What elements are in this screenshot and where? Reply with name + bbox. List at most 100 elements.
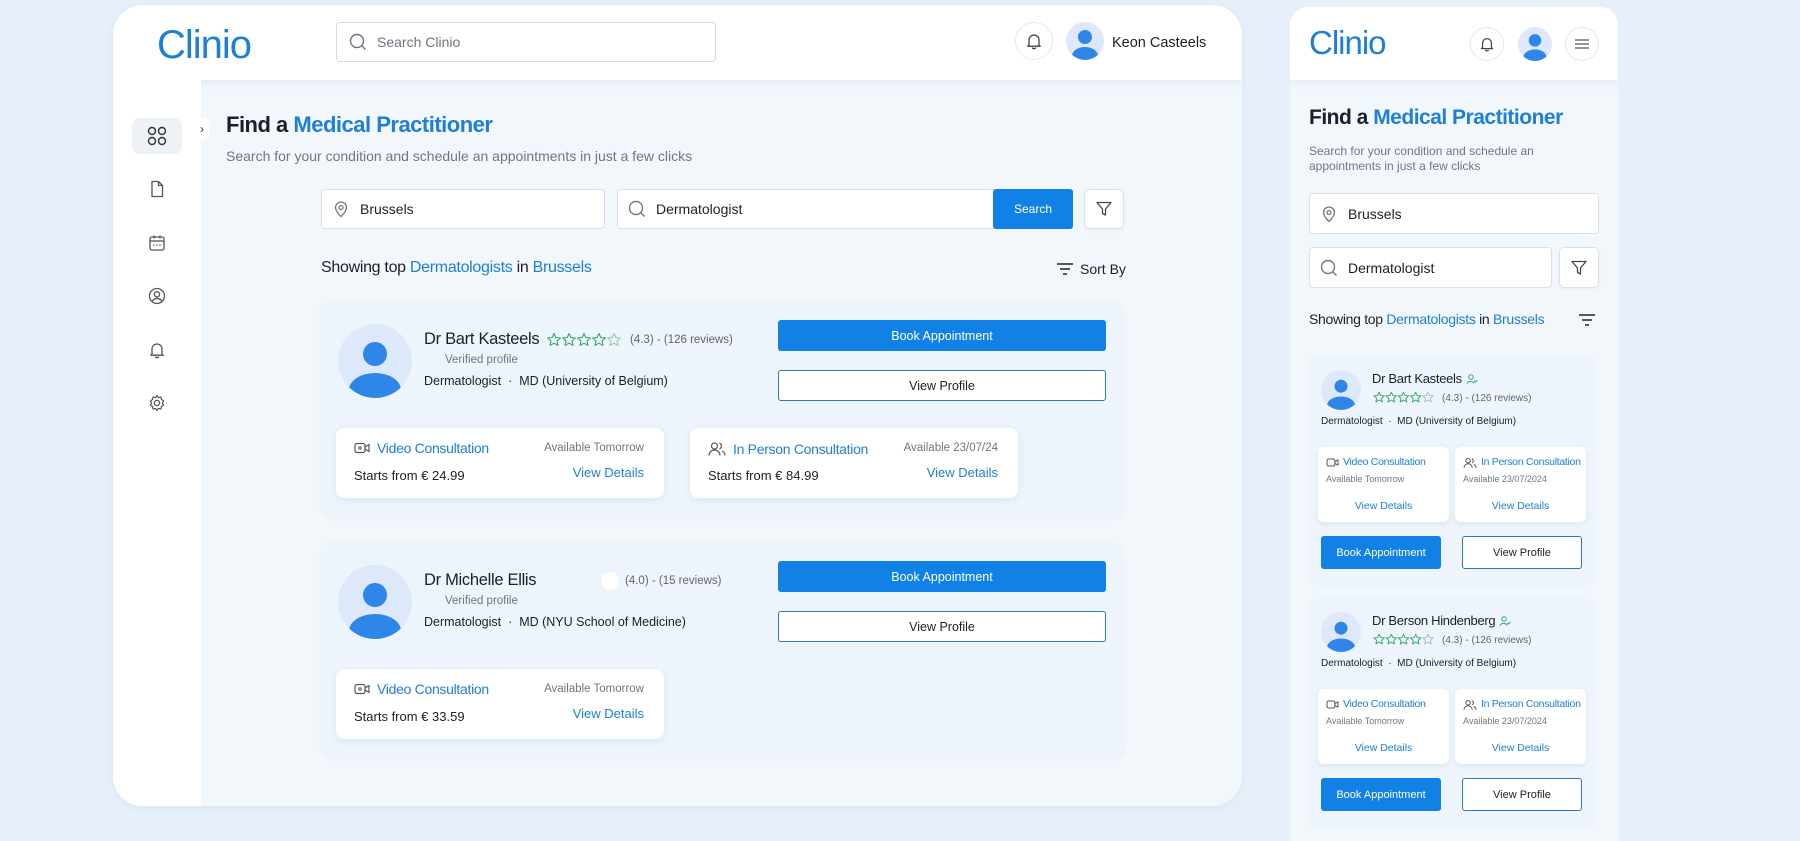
page-title: Find a Medical Practitioner	[1309, 106, 1563, 130]
location-field[interactable]: Brussels	[1309, 193, 1599, 234]
view-profile-button[interactable]: View Profile	[1462, 536, 1582, 569]
view-details-link[interactable]: View Details	[573, 465, 644, 480]
doctor-card: Dr Berson Hindenberg (4.3) - (126 review…	[1308, 598, 1596, 828]
book-appointment-button[interactable]: Book Appointment	[778, 320, 1106, 351]
sidebar-collapse-toggle[interactable]: ›	[195, 118, 209, 140]
sort-icon	[1057, 263, 1073, 275]
book-appointment-button[interactable]: Book Appointment	[1321, 536, 1441, 569]
video-camera-icon	[354, 682, 370, 696]
user-avatar[interactable]	[1066, 22, 1104, 60]
credential-separator: ·	[508, 374, 513, 388]
doctor-name[interactable]: Dr Berson Hindenberg	[1372, 613, 1496, 628]
doctor-credentials: Dermatologist · MD (NYU School of Medici…	[424, 615, 686, 629]
verified-user-icon	[1466, 373, 1478, 385]
menu-icon	[1575, 39, 1589, 49]
subtitle-line: appointments in just a few clicks	[1309, 159, 1481, 173]
results-specialty[interactable]: Dermatologists	[1386, 311, 1475, 327]
view-profile-button[interactable]: View Profile	[1462, 778, 1582, 811]
rating-stars	[1372, 633, 1435, 646]
doctor-card: Dr Bart Kasteels (4.3) - (126 reviews) D…	[1308, 356, 1596, 586]
title-prefix: Find a	[1309, 106, 1368, 129]
sort-by-button[interactable]: Sort By	[1057, 261, 1126, 277]
consultation-option-in-person[interactable]: In Person Consultation Available 23/07/2…	[1455, 447, 1586, 522]
book-appointment-button[interactable]: Book Appointment	[778, 561, 1106, 592]
consultation-availability: Available 23/07/24	[903, 442, 998, 454]
notifications-button[interactable]	[1015, 22, 1053, 60]
doctor-name[interactable]: Dr Michelle Ellis	[424, 571, 537, 590]
doctor-credentials: Dermatologist · MD (University of Belgiu…	[1321, 658, 1516, 669]
consultation-price: Starts from € 24.99	[354, 468, 465, 483]
results-city[interactable]: Brussels	[1493, 311, 1545, 327]
notifications-button[interactable]	[1470, 27, 1504, 61]
consultation-availability: Available Tomorrow	[1326, 716, 1405, 726]
doctor-degree: MD (University of Belgium)	[1397, 416, 1517, 427]
consultation-availability: Available 23/07/2024	[1463, 716, 1547, 726]
view-details-link[interactable]: View Details	[1455, 742, 1586, 754]
user-avatar[interactable]	[1518, 27, 1552, 61]
sidebar-item-settings[interactable]	[132, 385, 182, 421]
condition-field[interactable]: Dermatologist	[1309, 247, 1552, 288]
consultation-availability: Available Tomorrow	[544, 683, 644, 695]
user-name[interactable]: Keon Casteels	[1112, 35, 1206, 51]
view-profile-button[interactable]: View Profile	[778, 370, 1106, 401]
filter-button[interactable]	[1559, 247, 1599, 288]
doctor-name[interactable]: Dr Bart Kasteels	[1372, 371, 1462, 386]
title-highlight: Medical Practitioner	[1373, 106, 1563, 129]
brand-logo[interactable]: Clinio	[157, 23, 252, 68]
view-details-link[interactable]: View Details	[1455, 500, 1586, 512]
rating-text: (4.3) - (126 reviews)	[1442, 635, 1532, 646]
search-icon	[1320, 259, 1338, 277]
search-button[interactable]: Search	[993, 189, 1073, 229]
consultation-price: Starts from € 33.59	[354, 709, 465, 724]
rating-stars	[546, 332, 622, 348]
bell-icon	[1479, 36, 1495, 52]
page-subtitle: Search for your condition and schedule a…	[1309, 144, 1534, 174]
menu-button[interactable]	[1565, 27, 1599, 61]
sidebar-item-profile[interactable]	[132, 278, 182, 314]
doctor-name[interactable]: Dr Bart Kasteels	[424, 330, 540, 349]
condition-field[interactable]: Dermatologist	[617, 189, 997, 229]
sort-label: Sort By	[1080, 261, 1126, 277]
rating-text: (4.3) - (126 reviews)	[1442, 393, 1532, 404]
sidebar-item-documents[interactable]	[132, 171, 182, 207]
filter-button[interactable]	[1084, 189, 1124, 229]
consultation-option-in-person[interactable]: In Person Consultation Available 23/07/2…	[1455, 689, 1586, 764]
location-field[interactable]: Brussels	[321, 189, 605, 229]
view-profile-button[interactable]: View Profile	[778, 611, 1106, 642]
video-camera-icon	[354, 441, 370, 455]
sidebar-item-calendar[interactable]	[132, 225, 182, 261]
doctor-credentials: Dermatologist · MD (University of Belgiu…	[424, 374, 668, 388]
global-search-input[interactable]	[377, 34, 677, 50]
brand-logo[interactable]: Clinio	[1309, 24, 1387, 62]
consultation-type: In Person Consultation	[1481, 698, 1581, 710]
video-camera-icon	[1326, 699, 1339, 710]
consultation-option-in-person[interactable]: In Person Consultation Available 23/07/2…	[690, 428, 1018, 498]
doctor-degree: MD (University of Belgium)	[519, 374, 668, 388]
doctor-degree: MD (University of Belgium)	[1397, 658, 1517, 669]
book-appointment-button[interactable]: Book Appointment	[1321, 778, 1441, 811]
results-city[interactable]: Brussels	[533, 259, 592, 276]
consultation-option-video[interactable]: Video Consultation Available Tomorrow St…	[336, 428, 664, 498]
results-connector: in	[1479, 311, 1490, 327]
profile-icon	[148, 287, 166, 305]
consultation-option-video[interactable]: Video Consultation Available Tomorrow Vi…	[1318, 689, 1449, 764]
view-details-link[interactable]: View Details	[1318, 500, 1449, 512]
credential-separator: ·	[1388, 658, 1392, 669]
rating-star-badge	[601, 572, 619, 590]
consultation-availability: Available 23/07/2024	[1463, 474, 1547, 484]
view-details-link[interactable]: View Details	[573, 706, 644, 721]
doctor-card: Dr Michelle Ellis (4.0) - (15 reviews) V…	[321, 543, 1124, 758]
consultation-type: In Person Consultation	[733, 441, 869, 457]
global-search-box[interactable]	[336, 22, 716, 62]
sidebar-item-dashboard[interactable]	[132, 118, 182, 154]
sort-icon[interactable]	[1579, 314, 1595, 326]
consultation-option-video[interactable]: Video Consultation Available Tomorrow Vi…	[1318, 447, 1449, 522]
view-details-link[interactable]: View Details	[1318, 742, 1449, 754]
sidebar-item-notifications[interactable]	[132, 332, 182, 368]
location-pin-icon	[332, 200, 350, 218]
results-specialty[interactable]: Dermatologists	[410, 259, 513, 276]
doctor-avatar	[1321, 370, 1361, 410]
consultation-option-video[interactable]: Video Consultation Available Tomorrow St…	[336, 669, 664, 739]
view-details-link[interactable]: View Details	[927, 465, 998, 480]
doctor-name-row: Dr Berson Hindenberg	[1372, 613, 1512, 628]
